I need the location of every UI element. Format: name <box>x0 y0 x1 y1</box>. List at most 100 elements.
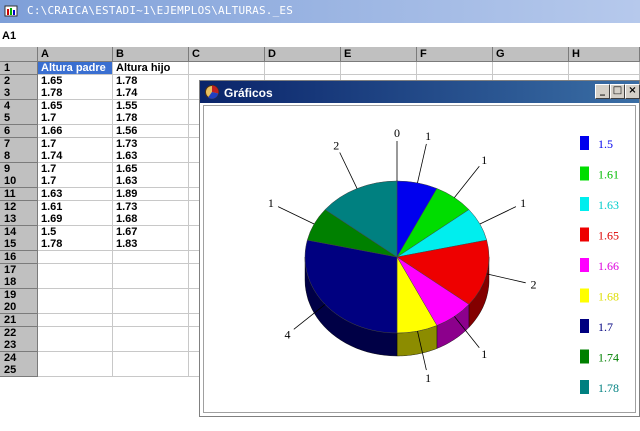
table-cell[interactable] <box>113 276 189 290</box>
table-cell[interactable]: 1.61 <box>38 200 113 214</box>
table-cell[interactable] <box>113 326 189 340</box>
row-header[interactable]: 2 <box>0 74 38 88</box>
table-cell[interactable]: 1.66 <box>38 125 113 138</box>
table-cell[interactable]: 1.56 <box>113 125 189 138</box>
column-header-e[interactable]: E <box>341 47 417 62</box>
table-cell[interactable]: 1.78 <box>38 87 113 101</box>
row-header[interactable]: 13 <box>0 213 38 227</box>
table-cell[interactable] <box>189 62 265 75</box>
table-cell[interactable]: 1.73 <box>113 137 189 151</box>
table-cell[interactable] <box>38 339 113 353</box>
row-header[interactable]: 10 <box>0 175 38 189</box>
chart-area: 1 1 1 2 1 1 4 1 2 0 1.5 1.61 1.63 1.65 1.66 1.68 1.7 1.74… <box>203 105 636 413</box>
table-cell[interactable] <box>113 288 189 302</box>
row-header[interactable]: 17 <box>0 263 38 277</box>
table-cell[interactable]: 1.55 <box>113 99 189 113</box>
table-cell[interactable]: 1.7 <box>38 162 113 176</box>
table-cell[interactable] <box>569 62 640 75</box>
table-cell[interactable] <box>493 62 569 75</box>
row-header[interactable]: 3 <box>0 87 38 101</box>
row-header[interactable]: 12 <box>0 200 38 214</box>
table-cell[interactable]: 1.69 <box>38 213 113 227</box>
table-cell[interactable] <box>38 326 113 340</box>
table-cell[interactable]: 1.7 <box>38 175 113 189</box>
chart-window[interactable]: Gráficos _ □ × 1 1 1 2 1 1 4 1 2 0 1.5 1.61 1.63 1.65… <box>199 80 640 417</box>
column-header-g[interactable]: G <box>493 47 569 62</box>
table-cell[interactable] <box>38 276 113 290</box>
chart-window-title-bar[interactable]: Gráficos _ □ × <box>200 81 640 103</box>
row-header[interactable]: 25 <box>0 364 38 378</box>
table-cell[interactable]: 1.73 <box>113 200 189 214</box>
table-cell[interactable]: Altura hijo <box>113 62 189 75</box>
formula-bar[interactable]: A1 <box>0 23 640 48</box>
grid-corner[interactable] <box>0 47 38 62</box>
table-cell[interactable] <box>113 364 189 378</box>
table-cell[interactable] <box>38 364 113 378</box>
table-cell[interactable]: 1.5 <box>38 225 113 239</box>
table-cell[interactable]: 1.63 <box>38 188 113 201</box>
row-header[interactable]: 15 <box>0 238 38 252</box>
row-header[interactable]: 24 <box>0 351 38 365</box>
table-cell[interactable]: 1.68 <box>113 213 189 227</box>
table-cell[interactable] <box>113 263 189 277</box>
table-cell[interactable] <box>113 314 189 327</box>
table-cell[interactable] <box>38 314 113 327</box>
row-header[interactable]: 9 <box>0 162 38 176</box>
table-cell[interactable] <box>113 351 189 365</box>
row-header[interactable]: 5 <box>0 112 38 126</box>
row-header[interactable]: 8 <box>0 150 38 164</box>
table-cell[interactable]: 1.7 <box>38 137 113 151</box>
table-cell[interactable] <box>113 251 189 264</box>
table-cell[interactable]: 1.67 <box>113 225 189 239</box>
row-header[interactable]: 4 <box>0 99 38 113</box>
minimize-button[interactable]: _ <box>595 84 610 99</box>
row-header[interactable]: 1 <box>0 62 38 75</box>
row-header[interactable]: 21 <box>0 314 38 327</box>
table-cell[interactable]: 1.74 <box>113 87 189 101</box>
table-cell[interactable]: 1.89 <box>113 188 189 201</box>
maximize-button[interactable]: □ <box>610 84 625 99</box>
table-cell[interactable]: 1.65 <box>113 162 189 176</box>
leader-line <box>486 273 526 284</box>
table-cell[interactable]: Altura padre <box>38 62 113 75</box>
table-cell[interactable]: 1.65 <box>38 99 113 113</box>
table-cell[interactable]: 1.78 <box>38 238 113 252</box>
row-header[interactable]: 18 <box>0 276 38 290</box>
table-cell[interactable] <box>38 251 113 264</box>
table-cell[interactable] <box>341 62 417 75</box>
table-cell[interactable] <box>113 339 189 353</box>
row-header[interactable]: 16 <box>0 251 38 264</box>
table-cell[interactable]: 1.78 <box>113 112 189 126</box>
column-header-f[interactable]: F <box>417 47 493 62</box>
table-cell[interactable]: 1.83 <box>113 238 189 252</box>
close-button[interactable]: × <box>625 84 640 99</box>
row-header[interactable]: 22 <box>0 326 38 340</box>
slice-count-label: 2 <box>530 278 536 292</box>
table-cell[interactable] <box>113 301 189 315</box>
table-cell[interactable] <box>265 62 341 75</box>
table-cell[interactable] <box>38 351 113 365</box>
row-header[interactable]: 14 <box>0 225 38 239</box>
table-cell[interactable]: 1.63 <box>113 150 189 164</box>
row-header[interactable]: 19 <box>0 288 38 302</box>
column-header-h[interactable]: H <box>569 47 640 62</box>
table-cell[interactable]: 1.63 <box>113 175 189 189</box>
table-cell[interactable] <box>417 62 493 75</box>
row-header[interactable]: 23 <box>0 339 38 353</box>
table-cell[interactable]: 1.78 <box>113 74 189 88</box>
column-header-c[interactable]: C <box>189 47 265 62</box>
column-header-d[interactable]: D <box>265 47 341 62</box>
row-header[interactable]: 20 <box>0 301 38 315</box>
row-header[interactable]: 11 <box>0 188 38 201</box>
table-cell[interactable]: 1.7 <box>38 112 113 126</box>
column-header-b[interactable]: B <box>113 47 189 62</box>
table-cell[interactable] <box>38 288 113 302</box>
table-cell[interactable]: 1.65 <box>38 74 113 88</box>
row-header[interactable]: 6 <box>0 125 38 138</box>
column-header-a[interactable]: A <box>38 47 113 62</box>
table-cell[interactable] <box>38 263 113 277</box>
table-cell[interactable]: 1.74 <box>38 150 113 164</box>
table-cell[interactable] <box>38 301 113 315</box>
app-title-bar[interactable]: C:\CRAICA\ESTADI~1\EJEMPLOS\ALTURAS._ES <box>0 0 640 23</box>
row-header[interactable]: 7 <box>0 137 38 151</box>
